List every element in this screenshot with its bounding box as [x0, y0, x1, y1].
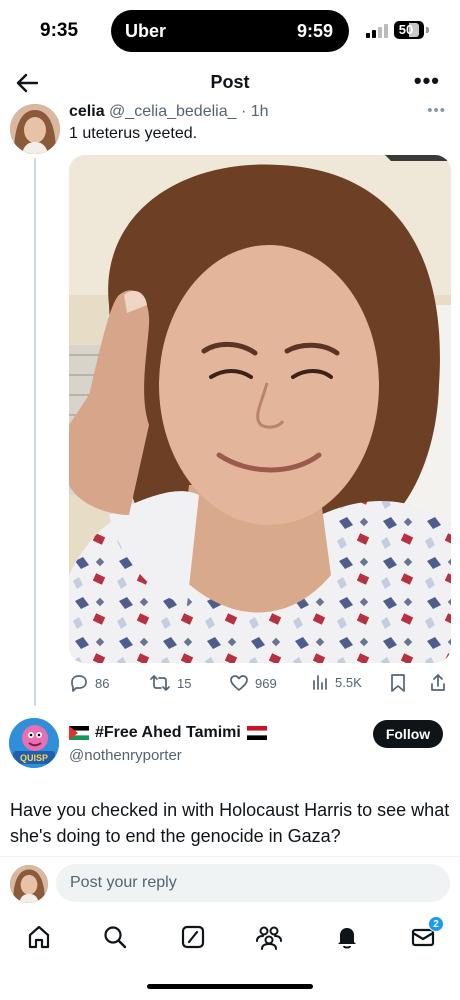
reply-compose-input[interactable]: [56, 864, 450, 902]
like-count: 969: [255, 675, 277, 691]
battery-cap: [426, 27, 429, 33]
reply-author-handle[interactable]: @nothenryporter: [69, 747, 182, 764]
post-age: 1h: [250, 103, 269, 120]
view-count: 5.5K: [335, 674, 362, 690]
battery-icon: 50: [394, 21, 424, 39]
messages-badge: 2: [428, 916, 444, 932]
like-action[interactable]: 969: [229, 673, 277, 693]
nav-home[interactable]: [24, 922, 54, 952]
nav-explore[interactable]: [100, 922, 130, 952]
meta-separator: ·: [240, 103, 247, 120]
author-handle[interactable]: @_celia_bedelia_: [109, 103, 236, 120]
bookmark-icon: [391, 674, 405, 692]
reply-text: Have you checked in with Holocaust Harri…: [10, 800, 450, 846]
home-icon: [28, 925, 50, 949]
compose-divider: [0, 856, 460, 857]
my-avatar[interactable]: [10, 865, 48, 903]
dynamic-island-live-activity[interactable]: Uber 9:59: [111, 10, 349, 52]
search-icon: [104, 926, 127, 949]
reply-author-avatar[interactable]: QUISP: [9, 718, 59, 768]
my-avatar-image: [10, 865, 48, 903]
island-app-name: Uber: [125, 21, 167, 41]
tweet-author-line: celia @_celia_bedelia_ · 1h: [69, 103, 269, 121]
reply-avatar-logo-text: QUISP: [20, 753, 48, 763]
repost-action[interactable]: 15: [149, 673, 191, 693]
status-bar: 9:35 Uber 9:59 50: [0, 0, 460, 62]
nav-communities[interactable]: [254, 922, 284, 952]
repost-count: 15: [177, 675, 192, 691]
share-action[interactable]: [429, 673, 447, 693]
bookmark-action[interactable]: [389, 673, 407, 693]
yemen-flag-icon: [246, 726, 267, 740]
palestine-flag-icon: [69, 726, 89, 740]
bell-icon: [338, 928, 356, 949]
author-avatar[interactable]: [10, 104, 60, 154]
tweet-text: 1 uteterus yeeted.: [69, 125, 198, 142]
battery-level: 50: [398, 22, 414, 37]
thread-connector-line: [34, 158, 36, 706]
reply-author-name: #Free Ahed Tamimi: [95, 724, 241, 741]
communities-icon: [256, 926, 282, 950]
bottom-navigation: 2: [0, 912, 460, 962]
author-avatar-image: [10, 104, 60, 154]
tweet-more-button[interactable]: •••: [427, 102, 446, 119]
island-eta-time: 9:59: [296, 21, 333, 41]
grok-icon: [181, 925, 205, 949]
views-action[interactable]: 5.5K: [311, 673, 362, 691]
share-icon: [431, 674, 445, 691]
reply-avatar-image: QUISP: [9, 718, 59, 768]
tweet-photo[interactable]: [69, 155, 451, 663]
heart-icon: [230, 675, 248, 691]
views-chart-icon: [313, 675, 327, 690]
status-time: 9:35: [40, 20, 79, 41]
reply-count: 86: [95, 675, 110, 691]
follow-button[interactable]: Follow: [373, 720, 443, 748]
cellular-signal-icon: [366, 24, 388, 38]
repost-icon: [150, 675, 170, 691]
author-name[interactable]: celia: [69, 103, 105, 120]
tweet-action-bar: 86 15 969 5.5K: [69, 673, 451, 697]
nav-grok[interactable]: [178, 922, 208, 952]
reply-author-name-row[interactable]: #Free Ahed Tamimi: [69, 724, 267, 742]
top-header: Post •••: [0, 62, 460, 102]
nav-notifications[interactable]: [332, 922, 362, 952]
home-indicator[interactable]: [147, 984, 313, 989]
page-title: Post: [210, 72, 250, 92]
reply-icon: [71, 675, 87, 692]
selfie-photo-illustration: [69, 155, 451, 663]
reply-action[interactable]: 86: [69, 673, 109, 693]
more-options-button[interactable]: •••: [414, 68, 440, 94]
nav-messages[interactable]: 2: [408, 916, 444, 952]
